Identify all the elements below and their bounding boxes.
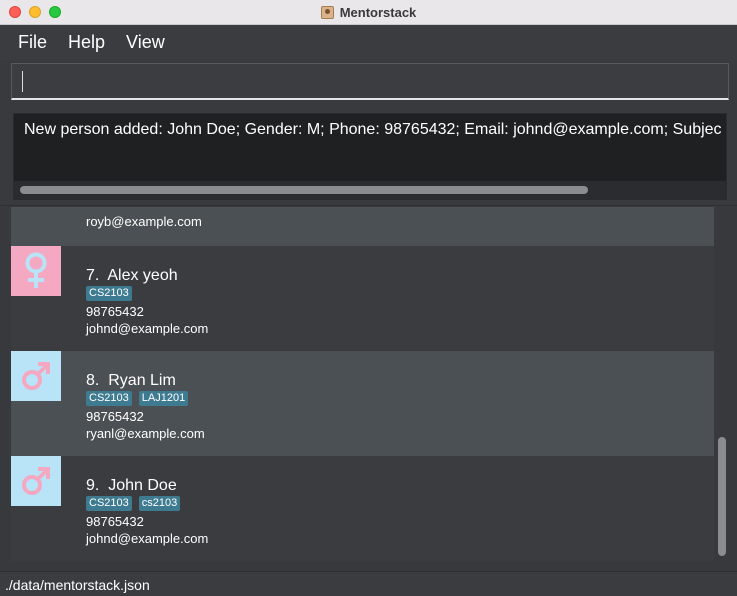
person-card[interactable]: 7. Alex yeoh CS2103 98765432 johnd@examp… xyxy=(11,246,714,351)
result-display: New person added: John Doe; Gender: M; P… xyxy=(13,113,727,200)
gender-avatar xyxy=(11,456,61,506)
list-scrollbar-thumb[interactable] xyxy=(718,437,726,556)
menu-view[interactable]: View xyxy=(126,32,165,53)
tag: LAJ1201 xyxy=(138,391,189,406)
person-name: 7. Alex yeoh xyxy=(86,267,178,284)
tag-list: CS2103 LAJ1201 xyxy=(86,391,189,406)
save-file-path: ./data/mentorstack.json xyxy=(5,577,150,593)
person-phone: 98765432 xyxy=(86,409,144,424)
person-list: royb@example.com 7. Alex yeoh CS2103 987… xyxy=(0,207,737,571)
result-message: New person added: John Doe; Gender: M; P… xyxy=(24,121,722,138)
tag: CS2103 xyxy=(86,496,132,511)
person-email: ryanl@example.com xyxy=(86,426,205,441)
person-card-partial[interactable]: royb@example.com xyxy=(11,207,714,246)
menu-file[interactable]: File xyxy=(18,32,47,53)
menu-help[interactable]: Help xyxy=(68,32,105,53)
person-name: 8. Ryan Lim xyxy=(86,372,176,389)
person-phone: 98765432 xyxy=(86,304,144,319)
male-symbol-icon xyxy=(22,467,50,495)
tag: CS2103 xyxy=(86,391,132,406)
tag: cs2103 xyxy=(138,496,181,511)
menu-bar: File Help View xyxy=(0,25,737,60)
gender-avatar xyxy=(11,246,61,296)
command-box xyxy=(11,63,729,100)
female-symbol-icon xyxy=(25,252,47,288)
person-card[interactable]: 8. Ryan Lim CS2103 LAJ1201 98765432 ryan… xyxy=(11,351,714,456)
app-window: Mentorstack File Help View New person ad… xyxy=(0,0,737,596)
title-bar: Mentorstack xyxy=(0,0,737,25)
person-name: 9. John Doe xyxy=(86,477,177,494)
person-email: royb@example.com xyxy=(86,214,202,229)
status-bar: ./data/mentorstack.json xyxy=(0,571,737,596)
gender-avatar xyxy=(11,351,61,401)
tag: CS2103 xyxy=(86,286,132,301)
person-phone: 98765432 xyxy=(86,514,144,529)
male-symbol-icon xyxy=(22,362,50,390)
tag-list: CS2103 xyxy=(86,286,132,301)
result-scroll-thumb[interactable] xyxy=(20,186,588,194)
text-caret xyxy=(22,71,23,92)
person-email: johnd@example.com xyxy=(86,531,209,546)
person-email: johnd@example.com xyxy=(86,321,209,336)
command-input[interactable] xyxy=(12,64,728,98)
app-icon xyxy=(320,6,334,19)
window-title: Mentorstack xyxy=(339,5,417,20)
result-horizontal-scrollbar[interactable] xyxy=(14,181,726,199)
result-display-panel: New person added: John Doe; Gender: M; P… xyxy=(0,103,737,206)
tag-list: CS2103 cs2103 xyxy=(86,496,181,511)
person-card[interactable]: 9. John Doe CS2103 cs2103 98765432 johnd… xyxy=(11,456,714,561)
